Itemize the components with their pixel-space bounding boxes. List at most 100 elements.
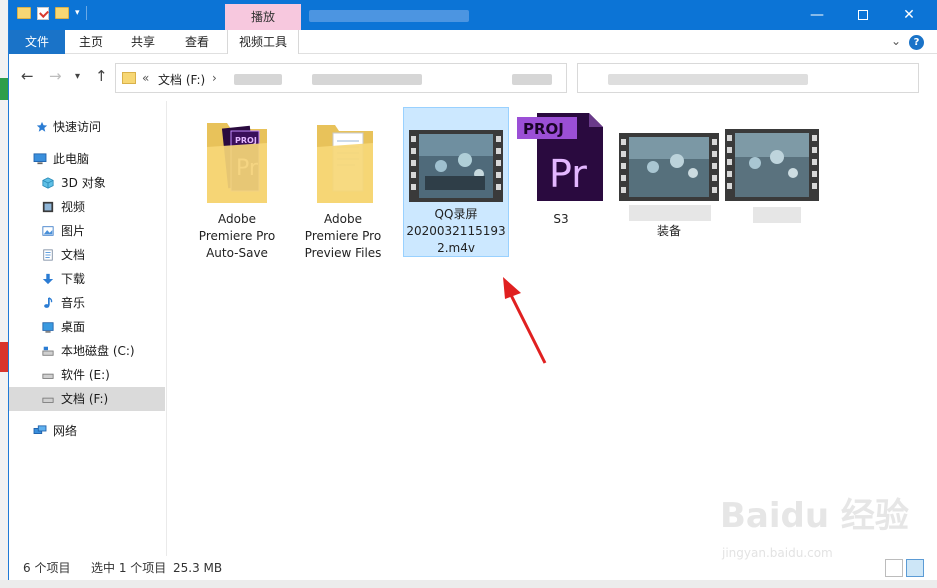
file-name-line: Adobe: [218, 212, 256, 226]
video-folder-icon: [42, 201, 54, 213]
video-thumbnail: [619, 133, 719, 201]
file-name-line: QQ录屏: [434, 207, 478, 221]
search-input[interactable]: [577, 63, 919, 93]
network-icon: [33, 425, 47, 434]
forward-arrow-icon[interactable]: →: [49, 67, 62, 85]
sidebar-item-downloads[interactable]: 下载: [9, 267, 165, 291]
svg-text:Pr: Pr: [549, 152, 587, 196]
sidebar-item-label: 此电脑: [53, 152, 90, 166]
blurred-file-name: [753, 207, 801, 223]
large-icons-view-button[interactable]: [906, 559, 924, 577]
minimize-button[interactable]: —: [794, 0, 840, 30]
folder-icon: [317, 125, 373, 203]
sidebar-item-videos[interactable]: 视频: [9, 195, 165, 219]
file-item-video[interactable]: 装备: [617, 107, 721, 238]
sidebar-item-label: 音乐: [61, 296, 86, 310]
star-icon: [36, 121, 48, 132]
sidebar-item-this-pc[interactable]: 此电脑: [9, 147, 165, 171]
sidebar-item-label: 3D 对象: [61, 176, 106, 190]
item-count: 6 个项目: [23, 561, 71, 575]
music-icon: [44, 297, 53, 308]
title-bar: ▾ 播放 — ✕: [9, 0, 937, 30]
context-tab-play[interactable]: 播放: [225, 4, 301, 30]
customize-chevron-icon[interactable]: ▾: [75, 8, 80, 18]
cube-icon: [42, 177, 54, 189]
new-folder-icon[interactable]: [55, 7, 69, 19]
file-name-line: Adobe: [324, 212, 362, 226]
help-icon[interactable]: ?: [909, 35, 924, 50]
breadcrumb-separator[interactable]: ›: [212, 71, 217, 85]
premiere-project-icon: PROJ Pr: [517, 113, 603, 201]
file-item-video[interactable]: [723, 107, 827, 237]
breadcrumb-drive[interactable]: 文档 (F:): [158, 71, 205, 88]
file-name-line: 装备: [656, 224, 681, 238]
file-item-premiere-project[interactable]: PROJ Pr S3: [509, 107, 613, 237]
sidebar-item-drive-f[interactable]: 文档 (F:): [9, 387, 165, 411]
up-arrow-icon[interactable]: ↑: [95, 67, 108, 85]
navigation-bar: ← → ▾ ↑ « 文档 (F:) ›: [9, 55, 937, 101]
annotation-arrow-icon: [503, 277, 547, 364]
background-tag: [0, 78, 8, 100]
sidebar-item-pictures[interactable]: 图片: [9, 219, 165, 243]
blurred-path: [312, 74, 422, 85]
file-item-folder[interactable]: PROJ Pr Adobe Premiere Pro Auto-Save: [185, 107, 289, 260]
drive-icon: [42, 346, 54, 356]
sidebar-item-music[interactable]: 音乐: [9, 291, 165, 315]
tab-video-tools[interactable]: 视频工具: [227, 30, 299, 54]
recent-locations-chevron-icon[interactable]: ▾: [75, 71, 80, 82]
breadcrumb-overflow[interactable]: «: [142, 71, 149, 85]
watermark-url: jingyan.baidu.com: [722, 546, 833, 560]
back-arrow-icon[interactable]: ←: [21, 67, 34, 85]
sidebar-item-label: 下载: [61, 272, 86, 286]
details-view-button[interactable]: [885, 559, 903, 577]
background-window-edge: [0, 580, 937, 588]
file-name-line: Premiere Pro: [304, 229, 382, 243]
sidebar-item-label: 文档 (F:): [61, 392, 109, 406]
documents-icon: [43, 249, 53, 261]
sidebar-item-label: 视频: [61, 200, 86, 214]
sidebar-item-drive-e[interactable]: 软件 (E:): [9, 363, 165, 387]
file-item-folder[interactable]: Adobe Premiere Pro Preview Files: [291, 107, 395, 260]
sidebar-item-quick-access[interactable]: 快速访问: [9, 115, 165, 139]
maximize-button[interactable]: [840, 0, 886, 30]
sidebar-item-label: 文档: [61, 248, 86, 262]
premiere-folder-icon: PROJ Pr: [207, 123, 267, 203]
navigation-pane: 快速访问 此电脑 3D 对象 视频 图片 文档 下载 音乐 桌面 本地磁盘 (C…: [9, 101, 167, 556]
tab-home[interactable]: 主页: [65, 30, 117, 54]
file-name-line: Preview Files: [304, 246, 382, 260]
selection-size: 25.3 MB: [173, 561, 223, 575]
svg-text:PROJ: PROJ: [235, 136, 257, 145]
drive-icon: [42, 373, 54, 379]
watermark-brand: Baidu 经验: [720, 496, 909, 536]
background-window-edge: [0, 0, 8, 588]
sidebar-item-label: 软件 (E:): [61, 368, 110, 382]
sidebar-item-desktop[interactable]: 桌面: [9, 315, 165, 339]
expand-ribbon-icon[interactable]: ⌄: [891, 34, 901, 48]
sidebar-item-network[interactable]: 网络: [9, 419, 165, 443]
selection-count: 选中 1 个项目: [91, 561, 167, 575]
sidebar-item-local-disk-c[interactable]: 本地磁盘 (C:): [9, 339, 165, 363]
address-bar[interactable]: « 文档 (F:) ›: [115, 63, 567, 93]
pictures-icon: [42, 226, 54, 236]
file-name-line: S3: [553, 212, 569, 226]
tab-view[interactable]: 查看: [169, 30, 225, 54]
drive-icon: [42, 397, 54, 403]
background-tag: [0, 342, 8, 372]
svg-text:PROJ: PROJ: [523, 120, 564, 138]
sidebar-item-documents[interactable]: 文档: [9, 243, 165, 267]
computer-icon: [33, 153, 47, 165]
tab-share[interactable]: 共享: [117, 30, 169, 54]
blurred-path: [234, 74, 282, 85]
blurred-path: [512, 74, 552, 85]
close-button[interactable]: ✕: [886, 0, 932, 30]
video-thumbnail: [409, 130, 503, 202]
blurred-file-name: [629, 205, 711, 221]
file-item-video-selected[interactable]: QQ录屏 2020032115193 2.m4v: [403, 107, 509, 257]
tab-file[interactable]: 文件: [9, 30, 65, 54]
sidebar-item-3d-objects[interactable]: 3D 对象: [9, 171, 165, 195]
folder-icon: [122, 72, 136, 84]
file-name-line: Premiere Pro: [198, 229, 276, 243]
properties-icon[interactable]: [37, 6, 49, 20]
sidebar-item-label: 图片: [61, 224, 86, 238]
folder-icon[interactable]: [17, 7, 31, 19]
